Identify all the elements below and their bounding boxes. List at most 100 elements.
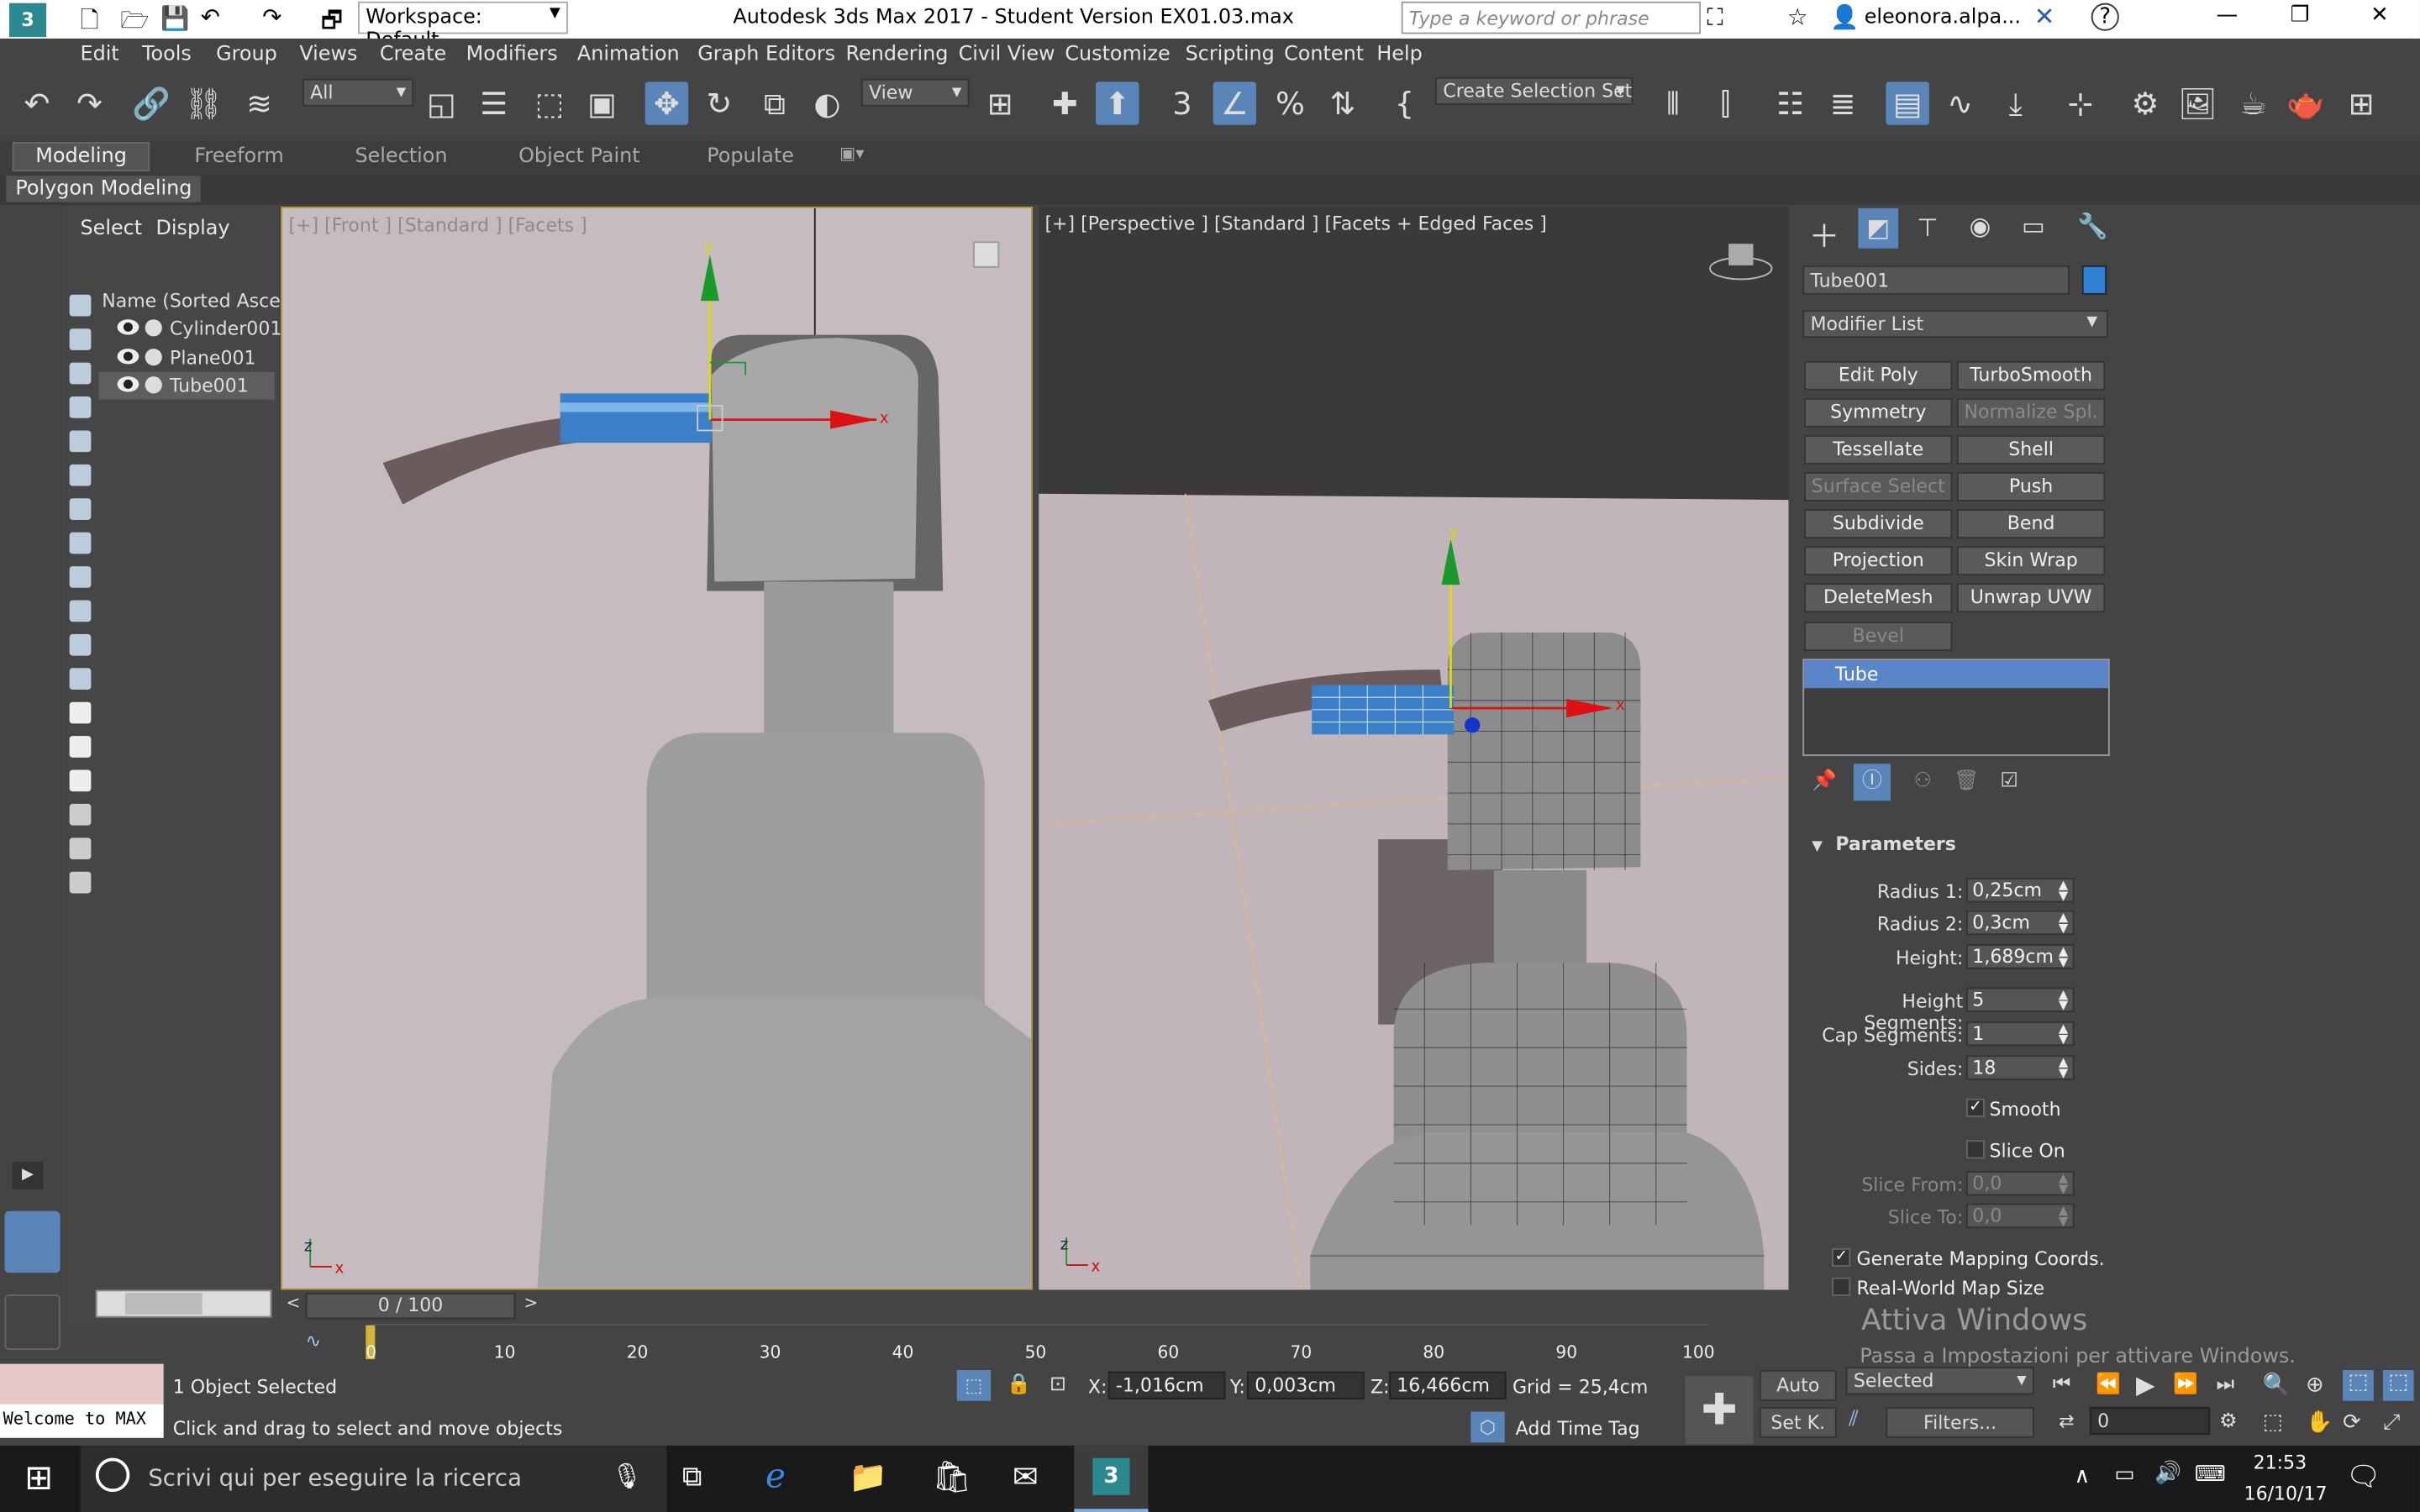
rotate-icon[interactable]: ↻	[697, 81, 740, 124]
viewport-front-label[interactable]: [+] [Front ] [Standard ] [Facets ]	[288, 214, 587, 236]
place-icon[interactable]: ◐	[806, 81, 849, 124]
maximize-icon[interactable]: ❐	[2291, 3, 2310, 28]
filters-button[interactable]: Filters...	[1886, 1407, 2034, 1438]
curve-editor-icon[interactable]: ∿	[1939, 81, 1981, 124]
reference-coord-dropdown[interactable]: View ▼	[860, 78, 970, 107]
time-config-icon[interactable]: ⚙	[2219, 1410, 2237, 1434]
redo-icon[interactable]: ↷	[262, 3, 281, 31]
show-end-result-icon[interactable]: Ⓘ	[1853, 764, 1891, 801]
redo-icon[interactable]: ↷	[68, 81, 111, 124]
a360-icon[interactable]: ⊞	[2339, 81, 2382, 124]
object-color-swatch[interactable]	[2081, 265, 2107, 295]
volume-icon[interactable]: 🔊	[2154, 1461, 2181, 1485]
selection-lock-icon[interactable]: 🔒	[1007, 1373, 1032, 1397]
hierarchy-tab-icon[interactable]: ⊤	[1917, 213, 1939, 242]
new-file-icon[interactable]: 🗋	[81, 5, 99, 44]
viewport-layout-icon[interactable]	[4, 1210, 60, 1273]
scene-explorer-icon[interactable]: ☷	[1769, 81, 1812, 124]
pin-stack-icon[interactable]: 📌	[1812, 770, 1837, 794]
create-tab-icon[interactable]: ＋	[1809, 212, 1840, 256]
real-world-map-checkbox[interactable]	[1832, 1277, 1851, 1296]
scene-column-header[interactable]: Name (Sorted Ascend	[102, 290, 304, 312]
eye-icon[interactable]	[117, 319, 139, 335]
scene-item-tube001[interactable]: Tube001	[98, 371, 275, 400]
projection-button[interactable]: Projection	[1804, 546, 1953, 576]
microphone-icon[interactable]: 🎙	[611, 1461, 642, 1490]
spinner-arrows-icon[interactable]: ▲ ▼	[2059, 945, 2068, 969]
close-icon[interactable]: ✕	[2370, 3, 2389, 28]
menu-views[interactable]: Views	[299, 43, 357, 66]
move-icon[interactable]: ✥	[644, 81, 689, 125]
xref-filter-icon[interactable]	[69, 532, 92, 554]
project-icon[interactable]: 🗗	[321, 5, 343, 44]
tab-object-paint[interactable]: Object Paint	[518, 145, 639, 169]
tab-populate[interactable]: Populate	[707, 145, 794, 169]
invert-filter-icon[interactable]	[69, 769, 92, 792]
edge-icon[interactable]: ℯ	[765, 1458, 786, 1497]
angle-snap-icon[interactable]: ∠	[1213, 81, 1257, 125]
all-filter-icon[interactable]	[69, 701, 92, 724]
spinner-arrows-icon[interactable]: ▲ ▼	[2059, 911, 2068, 935]
viewport-perspective[interactable]: x y z x [+] [Perspective ] [Standard ] […	[1039, 207, 1789, 1290]
group-filter-icon[interactable]	[69, 498, 92, 520]
stack-item-tube[interactable]: Tube	[1804, 660, 2108, 689]
geometry-filter-icon[interactable]	[69, 328, 92, 350]
object-name-field[interactable]: Tube001	[1802, 265, 2070, 295]
bend-button[interactable]: Bend	[1956, 509, 2106, 539]
deletemesh-button[interactable]: DeleteMesh	[1804, 583, 1953, 613]
eye-icon[interactable]	[117, 376, 139, 392]
symmetry-button[interactable]: Symmetry	[1804, 397, 1953, 428]
turbosmooth-button[interactable]: TurboSmooth	[1956, 360, 2106, 391]
select-object-icon[interactable]: ◱	[420, 81, 463, 124]
menu-animation[interactable]: Animation	[577, 43, 680, 66]
menu-edit[interactable]: Edit	[81, 43, 119, 66]
hidden-filter-icon[interactable]	[69, 668, 92, 690]
menu-scripting[interactable]: Scripting	[1186, 43, 1275, 66]
spinner-arrows-icon[interactable]: ▲ ▼	[2059, 988, 2068, 1011]
remove-modifier-icon[interactable]: 🗑	[1954, 770, 1979, 794]
parameters-rollout-header[interactable]: ▼ Parameters	[1802, 828, 2108, 859]
spinner-arrows-icon[interactable]: ▲ ▼	[2059, 879, 2068, 902]
auto-key-button[interactable]: Auto	[1759, 1369, 1837, 1401]
time-prev-button[interactable]: <	[281, 1293, 305, 1319]
zoom-icon[interactable]: 🔍	[2263, 1373, 2290, 1398]
z-coordinate[interactable]: 16,466cm	[1389, 1371, 1507, 1399]
link-icon[interactable]: 🔗	[129, 81, 172, 124]
window-crossing-icon[interactable]: ▣	[581, 81, 623, 124]
set-key-icon[interactable]: ✚	[1685, 1376, 1754, 1445]
track-bar[interactable]: ∿ 0 10 20 30 40 50 60 70 80 90 100	[277, 1320, 1715, 1364]
generate-mapping-checkbox[interactable]: ✓	[1832, 1247, 1851, 1267]
keyboard-icon[interactable]: ⌨	[2195, 1462, 2226, 1487]
scene-item-plane001[interactable]: Plane001	[99, 344, 275, 372]
subdivide-button[interactable]: Subdivide	[1804, 509, 1953, 539]
time-tag-icon[interactable]: ⬡	[1470, 1411, 1505, 1443]
slice-to-spinner[interactable]: 0,0 ▲ ▼	[1965, 1203, 2075, 1229]
tab-modeling[interactable]: Modeling	[12, 141, 150, 171]
zoom-all-icon[interactable]: ⊕	[2306, 1373, 2324, 1398]
go-to-end-icon[interactable]: ⏭	[2217, 1373, 2234, 1397]
frozen-filter-icon[interactable]	[69, 633, 92, 656]
menu-content[interactable]: Content	[1284, 43, 1364, 66]
spacewarp-filter-icon[interactable]	[69, 464, 92, 486]
polygon-modeling-panel[interactable]: Polygon Modeling	[6, 176, 202, 202]
open-file-icon[interactable]: 🗁	[120, 5, 149, 44]
scale-icon[interactable]: ⧉	[753, 81, 796, 124]
x-coordinate[interactable]: -1,016cm	[1107, 1371, 1226, 1399]
user-icon[interactable]: 👤	[1830, 3, 1859, 31]
scene-scrollbar[interactable]	[95, 1289, 272, 1318]
eye-icon[interactable]	[117, 349, 139, 365]
menu-customize[interactable]: Customize	[1065, 43, 1170, 66]
select-by-name-icon[interactable]: ☰	[472, 81, 515, 124]
menu-rendering[interactable]: Rendering	[846, 43, 949, 66]
bevel-button[interactable]: Bevel	[1804, 622, 1953, 652]
selection-filter-dropdown[interactable]: All ▼	[302, 78, 414, 107]
prev-frame-icon[interactable]: ⏪	[2096, 1373, 2121, 1397]
layers-icon[interactable]	[69, 871, 92, 894]
height-segments-spinner[interactable]: 5 ▲ ▼	[1965, 987, 2075, 1012]
bind-space-warp-icon[interactable]: ≋	[238, 81, 281, 124]
menu-tools[interactable]: Tools	[142, 43, 192, 66]
workspace-dropdown[interactable]: Workspace: Default▼	[358, 1, 568, 52]
render-iterative-icon[interactable]: 🫖	[2284, 81, 2327, 124]
next-frame-icon[interactable]: ⏩	[2173, 1373, 2198, 1397]
tessellate-button[interactable]: Tessellate	[1804, 434, 1953, 465]
